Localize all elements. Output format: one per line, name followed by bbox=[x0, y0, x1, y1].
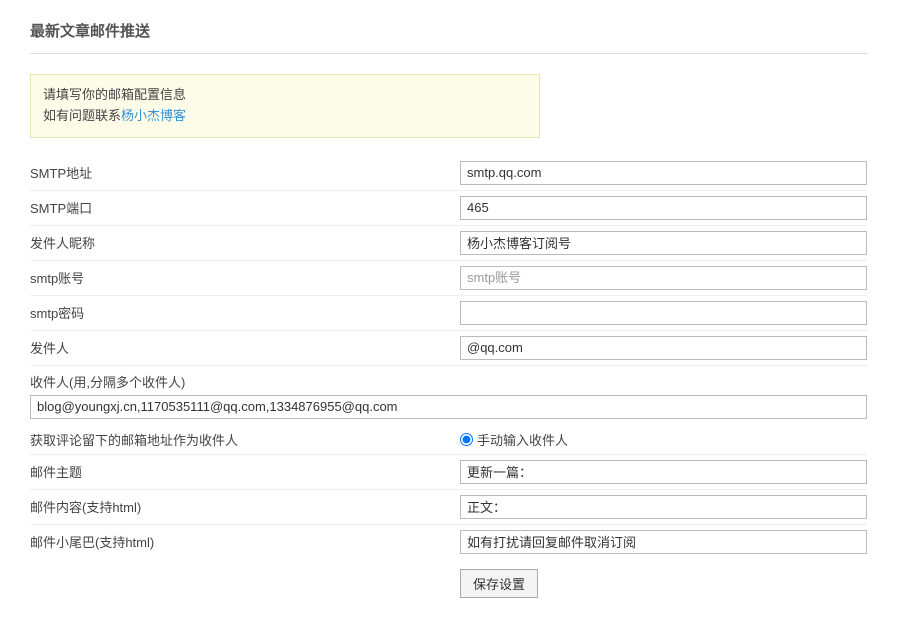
input-smtp-port[interactable] bbox=[460, 196, 867, 220]
notice-help-link[interactable]: 杨小杰博客 bbox=[121, 108, 186, 123]
label-sender-nick: 发件人昵称 bbox=[30, 233, 460, 252]
page-title: 最新文章邮件推送 bbox=[30, 20, 867, 54]
label-recipients: 收件人(用,分隔多个收件人) bbox=[30, 366, 867, 395]
input-sender[interactable] bbox=[460, 336, 867, 360]
input-smtp-user[interactable] bbox=[460, 266, 867, 290]
label-subject: 邮件主题 bbox=[30, 462, 460, 481]
input-subject[interactable] bbox=[460, 460, 867, 484]
notice-line2: 如有问题联系杨小杰博客 bbox=[43, 106, 527, 127]
notice-box: 请填写你的邮箱配置信息 如有问题联系杨小杰博客 bbox=[30, 74, 540, 138]
radio-manual-recipients[interactable] bbox=[460, 433, 473, 446]
notice-line2-prefix: 如有问题联系 bbox=[43, 108, 121, 123]
input-recipients[interactable] bbox=[30, 395, 867, 419]
label-smtp-port: SMTP端口 bbox=[30, 198, 460, 217]
input-footer[interactable] bbox=[460, 530, 867, 554]
input-smtp-pass[interactable] bbox=[460, 301, 867, 325]
notice-line1: 请填写你的邮箱配置信息 bbox=[43, 85, 527, 106]
label-recipient-mode: 获取评论留下的邮箱地址作为收件人 bbox=[30, 430, 460, 449]
label-smtp-host: SMTP地址 bbox=[30, 163, 460, 182]
label-smtp-pass: smtp密码 bbox=[30, 303, 460, 322]
label-smtp-user: smtp账号 bbox=[30, 268, 460, 287]
label-body: 邮件内容(支持html) bbox=[30, 497, 460, 516]
input-body[interactable] bbox=[460, 495, 867, 519]
label-sender: 发件人 bbox=[30, 338, 460, 357]
radio-manual-label: 手动输入收件人 bbox=[477, 430, 568, 449]
label-footer: 邮件小尾巴(支持html) bbox=[30, 532, 460, 551]
save-button[interactable]: 保存设置 bbox=[460, 569, 538, 598]
input-smtp-host[interactable] bbox=[460, 161, 867, 185]
input-sender-nick[interactable] bbox=[460, 231, 867, 255]
